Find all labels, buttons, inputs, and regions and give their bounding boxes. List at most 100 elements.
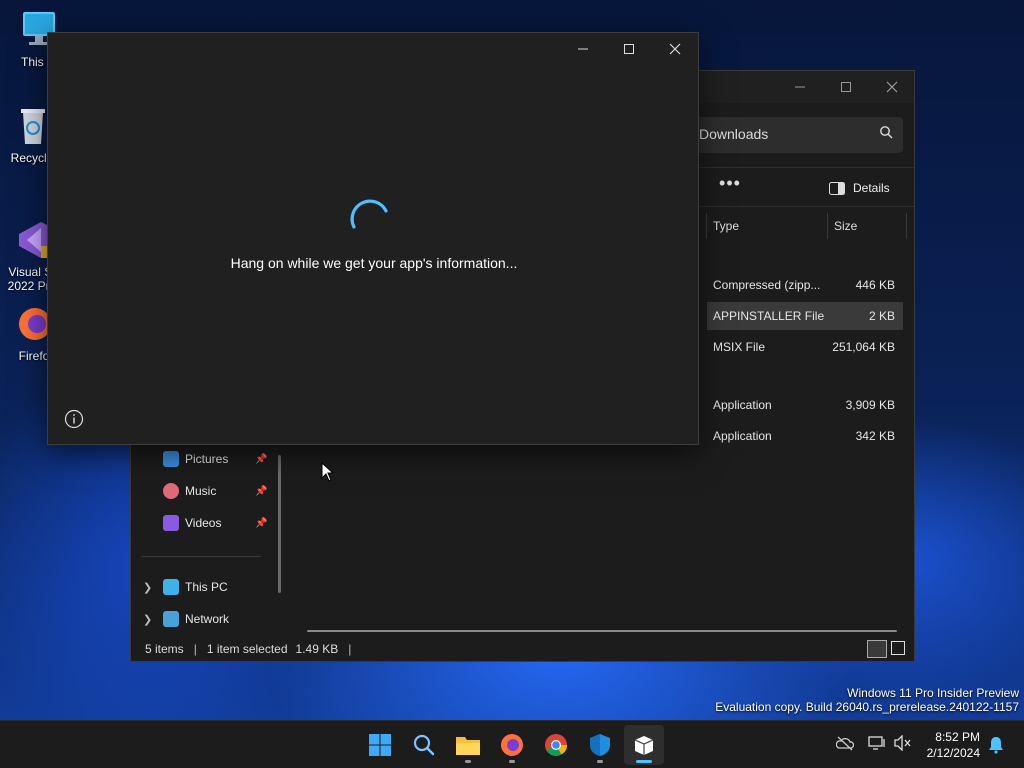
nav-item-pictures[interactable]: Pictures 📌 <box>163 446 273 472</box>
file-type: MSIX File <box>713 340 766 354</box>
status-separator: | <box>348 642 352 656</box>
address-bar[interactable]: Downloads <box>691 117 903 153</box>
watermark-line-1: Windows 11 Pro Insider Preview <box>847 686 1019 700</box>
notification-bell-icon[interactable] <box>988 736 1004 754</box>
chrome-icon <box>545 734 567 756</box>
this-pc-icon <box>163 579 179 595</box>
defender-icon <box>590 734 610 756</box>
volume-muted-icon[interactable] <box>894 735 912 751</box>
file-type: Application <box>713 429 772 443</box>
clock-time: 8:52 PM <box>935 730 980 744</box>
taskbar-clock[interactable]: 8:52 PM 2/12/2024 <box>927 729 980 761</box>
running-indicator <box>597 760 603 763</box>
network-icon[interactable] <box>868 735 886 751</box>
status-size: 1.49 KB <box>295 642 339 656</box>
firefox-icon <box>501 734 523 756</box>
nav-label: Network <box>185 612 230 626</box>
file-row[interactable]: MSIX File 251,064 KB <box>707 333 903 361</box>
app-installer-window: Hang on while we get your app's informat… <box>47 32 699 445</box>
details-view-icon[interactable] <box>867 640 887 658</box>
maximize-icon <box>841 82 851 92</box>
pin-icon: 📌 <box>255 485 268 497</box>
taskbar-file-explorer[interactable] <box>448 725 488 765</box>
file-row[interactable]: Application 3,909 KB <box>707 391 903 419</box>
nav-divider <box>141 556 261 557</box>
app-installer-icon <box>634 736 654 755</box>
address-text: Downloads <box>699 126 769 142</box>
music-icon <box>163 483 179 499</box>
taskbar-firefox[interactable] <box>492 725 532 765</box>
videos-icon <box>163 515 179 531</box>
running-indicator <box>509 760 515 763</box>
nav-label: Videos <box>185 516 222 530</box>
close-icon <box>886 81 898 93</box>
column-header-type[interactable]: Type <box>706 213 827 239</box>
nav-item-this-pc[interactable]: ❯ This PC <box>143 574 273 600</box>
desktop: This P Recycle Visual St 2022 Pre Firefo <box>0 0 1024 720</box>
search-icon <box>413 734 435 756</box>
installer-minimize-button[interactable] <box>560 33 606 65</box>
nav-scrollbar[interactable] <box>278 455 281 593</box>
onedrive-offline-icon[interactable] <box>836 735 854 751</box>
nav-item-videos[interactable]: Videos 📌 <box>163 510 273 536</box>
column-header-size[interactable]: Size <box>827 213 907 239</box>
running-indicator <box>465 760 471 763</box>
installer-maximize-button[interactable] <box>606 33 652 65</box>
pin-icon: 📌 <box>255 517 268 529</box>
minimize-icon <box>578 48 588 50</box>
nav-item-music[interactable]: Music 📌 <box>163 478 273 504</box>
close-icon <box>669 43 681 55</box>
horizontal-scrollbar[interactable] <box>307 630 897 632</box>
loading-message: Hang on while we get your app's informat… <box>230 255 518 271</box>
maximize-icon <box>624 44 634 54</box>
minimize-icon <box>795 86 805 88</box>
chevron-right-icon[interactable]: ❯ <box>143 613 152 626</box>
taskbar-search-button[interactable] <box>404 725 444 765</box>
taskbar-app-installer[interactable] <box>624 725 664 765</box>
file-row[interactable]: Compressed (zipp... 446 KB <box>707 271 903 299</box>
start-icon <box>369 734 391 756</box>
status-item-count: 5 items <box>145 642 184 656</box>
see-more-button[interactable]: ••• <box>719 174 741 198</box>
file-type: APPINSTALLER File <box>713 309 825 323</box>
details-pane-button[interactable]: Details <box>829 176 890 200</box>
file-type: Compressed (zipp... <box>713 278 821 292</box>
status-bar: 5 items | 1 item selected 1.49 KB | <box>131 637 914 661</box>
nav-label: Pictures <box>185 452 229 466</box>
taskbar-chrome[interactable] <box>536 725 576 765</box>
file-row[interactable]: Application 342 KB <box>707 422 903 450</box>
chevron-right-icon[interactable]: ❯ <box>143 581 152 594</box>
active-indicator <box>636 760 652 763</box>
pictures-icon <box>163 451 179 467</box>
nav-label: This PC <box>185 580 228 594</box>
details-pane-icon <box>829 181 845 195</box>
explorer-maximize-button[interactable] <box>823 71 869 103</box>
start-button[interactable] <box>360 725 400 765</box>
file-size: 342 KB <box>855 429 895 443</box>
file-size: 2 KB <box>868 309 895 323</box>
installer-close-button[interactable] <box>652 33 698 65</box>
taskbar-defender[interactable] <box>580 725 620 765</box>
file-size: 3,909 KB <box>845 398 895 412</box>
clock-date: 2/12/2024 <box>926 746 980 760</box>
info-icon[interactable] <box>64 409 84 429</box>
loading-spinner-icon <box>350 199 388 229</box>
pin-icon: 📌 <box>255 453 268 465</box>
status-selected: 1 item selected <box>206 642 288 656</box>
network-icon <box>163 611 179 627</box>
tiles-view-icon[interactable] <box>891 641 905 655</box>
file-type: Application <box>713 398 772 412</box>
watermark-line-2: Evaluation copy. Build 26040.rs_prerelea… <box>715 700 1019 714</box>
file-size: 251,064 KB <box>832 340 895 354</box>
status-separator: | <box>193 642 197 656</box>
file-explorer-icon <box>456 737 480 755</box>
mouse-cursor-icon <box>321 462 335 482</box>
build-watermark: Windows 11 Pro Insider Preview Evaluatio… <box>715 686 1019 714</box>
explorer-close-button[interactable] <box>869 71 915 103</box>
search-icon[interactable] <box>879 125 893 139</box>
taskbar: 8:52 PM 2/12/2024 <box>0 720 1024 768</box>
nav-item-network[interactable]: ❯ Network <box>143 606 273 632</box>
file-size: 446 KB <box>855 278 895 292</box>
file-row-selected[interactable]: APPINSTALLER File 2 KB <box>707 302 903 330</box>
explorer-minimize-button[interactable] <box>777 71 823 103</box>
